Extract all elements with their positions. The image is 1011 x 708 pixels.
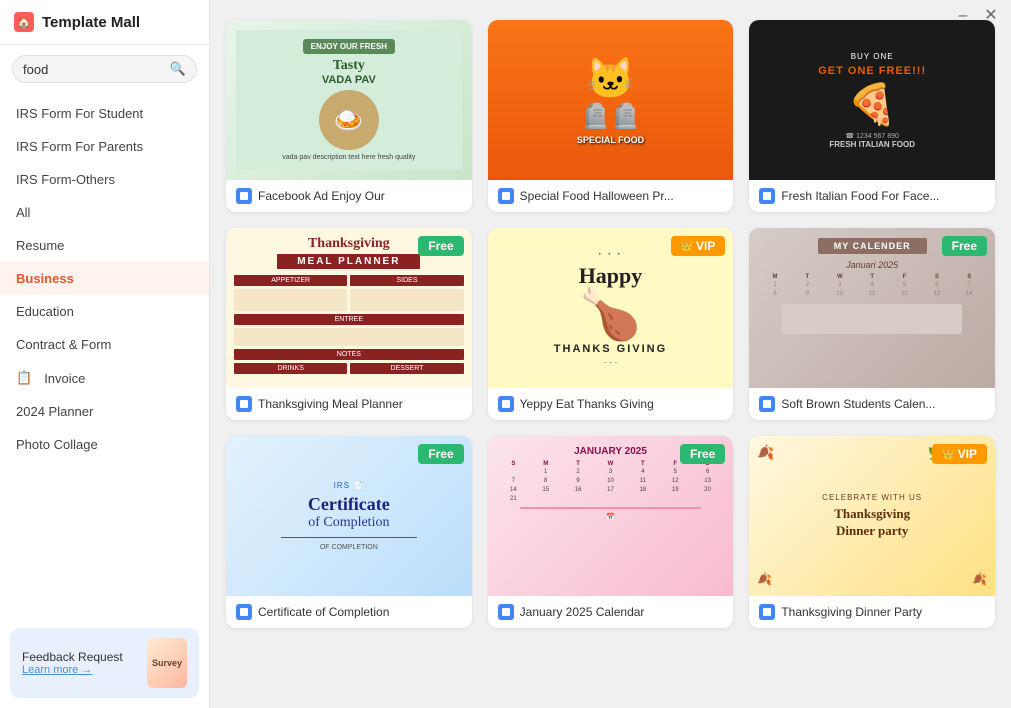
card-dinner-party[interactable]: 🍂 🌿 CELEBRATE WITH US ThanksgivingDinner… — [749, 436, 995, 628]
sidebar-item-photo-collage[interactable]: Photo Collage — [0, 428, 209, 461]
card-label-facebook-ad: Facebook Ad Enjoy Our — [258, 189, 385, 203]
doc-icon — [759, 396, 775, 412]
card-label-halloween: Special Food Halloween Pr... — [520, 189, 674, 203]
card-label-yeppy: Yeppy Eat Thanks Giving — [520, 397, 654, 411]
card-thumbnail-halloween: 🐱 🪦🪦 SPECIAL FOOD — [488, 20, 734, 180]
card-italian[interactable]: BUY ONE GET ONE FREE!!! 🍕 ☎ 1234 567 890… — [749, 20, 995, 212]
feedback-request-banner[interactable]: Feedback Request Learn more → Survey — [10, 628, 199, 698]
card-footer-thanksgiving-meal: Thanksgiving Meal Planner — [226, 388, 472, 420]
card-footer-certificate: Certificate of Completion — [226, 596, 472, 628]
card-yeppy[interactable]: · · · Happy 🍗 THANKS GIVING · · · 👑 VIP … — [488, 228, 734, 420]
card-certificate[interactable]: IRS 📄 Certificate of Completion OF COMPL… — [226, 436, 472, 628]
crown-icon: 👑 — [942, 449, 954, 460]
card-label-certificate: Certificate of Completion — [258, 605, 389, 619]
sidebar-header: 🏠 Template Mall — [0, 0, 209, 45]
badge-free: Free — [418, 444, 463, 464]
doc-icon — [759, 604, 775, 620]
close-button[interactable]: ✕ — [983, 8, 999, 24]
card-halloween[interactable]: 🐱 🪦🪦 SPECIAL FOOD Special Food Halloween… — [488, 20, 734, 212]
doc-icon — [498, 604, 514, 620]
sidebar-item-contract-form[interactable]: Contract & Form — [0, 328, 209, 361]
survey-image: Survey — [147, 638, 187, 688]
sidebar-item-all[interactable]: All — [0, 196, 209, 229]
card-jan-calendar[interactable]: JANUARY 2025 S M T W T F S 1 2 3 4 — [488, 436, 734, 628]
badge-free: Free — [418, 236, 463, 256]
sidebar: 🏠 Template Mall 🔍 IRS Form For Student I… — [0, 0, 210, 708]
card-footer-yeppy: Yeppy Eat Thanks Giving — [488, 388, 734, 420]
badge-vip: 👑 VIP — [671, 236, 726, 256]
doc-icon — [236, 188, 252, 204]
main-content: – ✕ ENJOY OUR FRESH Tasty VADA PAV 🍛 vad… — [210, 0, 1011, 708]
card-thumbnail-thanksgiving-meal: Thanksgiving MEAL PLANNER APPETIZER SIDE… — [226, 228, 472, 388]
sidebar-item-irs-parents[interactable]: IRS Form For Parents — [0, 130, 209, 163]
feedback-learn-more[interactable]: Learn more → — [22, 664, 139, 676]
card-label-dinner-party: Thanksgiving Dinner Party — [781, 605, 922, 619]
search-input[interactable] — [23, 62, 164, 77]
card-thumbnail-facebook-ad: ENJOY OUR FRESH Tasty VADA PAV 🍛 vada pa… — [226, 20, 472, 180]
home-icon: 🏠 — [14, 12, 34, 32]
sidebar-nav: IRS Form For Student IRS Form For Parent… — [0, 93, 209, 618]
badge-vip: 👑 VIP — [932, 444, 987, 464]
card-footer-dinner-party: Thanksgiving Dinner Party — [749, 596, 995, 628]
sidebar-item-resume[interactable]: Resume — [0, 229, 209, 262]
window-controls: – ✕ — [955, 8, 999, 24]
card-thumbnail-yeppy: · · · Happy 🍗 THANKS GIVING · · · 👑 VIP — [488, 228, 734, 388]
badge-free: Free — [680, 444, 725, 464]
doc-icon — [759, 188, 775, 204]
card-label-calendar: Soft Brown Students Calen... — [781, 397, 935, 411]
sidebar-item-irs-student[interactable]: IRS Form For Student — [0, 97, 209, 130]
template-grid: ENJOY OUR FRESH Tasty VADA PAV 🍛 vada pa… — [210, 0, 1011, 648]
card-thumbnail-certificate: IRS 📄 Certificate of Completion OF COMPL… — [226, 436, 472, 596]
doc-icon — [236, 604, 252, 620]
card-footer-italian: Fresh Italian Food For Face... — [749, 180, 995, 212]
card-label-thanksgiving-meal: Thanksgiving Meal Planner — [258, 397, 403, 411]
sidebar-item-irs-others[interactable]: IRS Form-Others — [0, 163, 209, 196]
feedback-title: Feedback Request — [22, 650, 139, 664]
card-footer-facebook-ad: Facebook Ad Enjoy Our — [226, 180, 472, 212]
doc-icon — [498, 396, 514, 412]
sidebar-item-education[interactable]: Education — [0, 295, 209, 328]
card-label-italian: Fresh Italian Food For Face... — [781, 189, 939, 203]
card-footer-halloween: Special Food Halloween Pr... — [488, 180, 734, 212]
crown-icon: 👑 — [681, 241, 693, 252]
card-thumbnail-calendar: MY CALENDER Januari 2025 M T W T F S S 1… — [749, 228, 995, 388]
card-calendar[interactable]: MY CALENDER Januari 2025 M T W T F S S 1… — [749, 228, 995, 420]
search-box[interactable]: 🔍 — [12, 55, 197, 83]
app-title: Template Mall — [42, 14, 140, 31]
card-thumbnail-dinner-party: 🍂 🌿 CELEBRATE WITH US ThanksgivingDinner… — [749, 436, 995, 596]
minimize-button[interactable]: – — [955, 8, 971, 24]
doc-icon — [498, 188, 514, 204]
card-label-jan-calendar: January 2025 Calendar — [520, 605, 645, 619]
sidebar-item-planner[interactable]: 2024 Planner — [0, 395, 209, 428]
card-thanksgiving-meal[interactable]: Thanksgiving MEAL PLANNER APPETIZER SIDE… — [226, 228, 472, 420]
card-footer-jan-calendar: January 2025 Calendar — [488, 596, 734, 628]
card-thumbnail-jan-calendar: JANUARY 2025 S M T W T F S 1 2 3 4 — [488, 436, 734, 596]
search-icon: 🔍 — [170, 61, 186, 77]
card-footer-calendar: Soft Brown Students Calen... — [749, 388, 995, 420]
card-thumbnail-italian: BUY ONE GET ONE FREE!!! 🍕 ☎ 1234 567 890… — [749, 20, 995, 180]
doc-icon — [236, 396, 252, 412]
sidebar-item-invoice[interactable]: 📋 Invoice — [0, 361, 209, 395]
sidebar-item-business[interactable]: Business — [0, 262, 209, 295]
badge-free: Free — [942, 236, 987, 256]
card-facebook-ad[interactable]: ENJOY OUR FRESH Tasty VADA PAV 🍛 vada pa… — [226, 20, 472, 212]
